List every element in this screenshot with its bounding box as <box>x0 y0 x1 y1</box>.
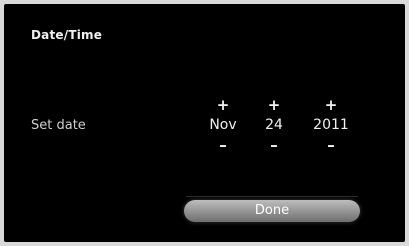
set-date-label: Set date <box>31 118 86 133</box>
day-spinner: + 24 – <box>251 96 297 158</box>
done-button[interactable]: Done <box>184 200 360 222</box>
year-value: 2011 <box>313 117 349 133</box>
month-spinner: + Nov – <box>200 96 246 158</box>
year-decrement-button[interactable]: – <box>308 136 354 154</box>
month-increment-button[interactable]: + <box>200 96 246 114</box>
day-decrement-button[interactable]: – <box>251 136 297 154</box>
date-time-dialog: Date/Time Set date + Nov – + 24 – + 2011… <box>4 4 405 242</box>
day-value: 24 <box>265 117 283 133</box>
day-increment-button[interactable]: + <box>251 96 297 114</box>
dialog-title: Date/Time <box>31 28 103 42</box>
year-increment-button[interactable]: + <box>308 96 354 114</box>
button-divider <box>186 196 358 197</box>
month-value: Nov <box>209 117 237 133</box>
year-spinner: + 2011 – <box>308 96 354 158</box>
month-decrement-button[interactable]: – <box>200 136 246 154</box>
